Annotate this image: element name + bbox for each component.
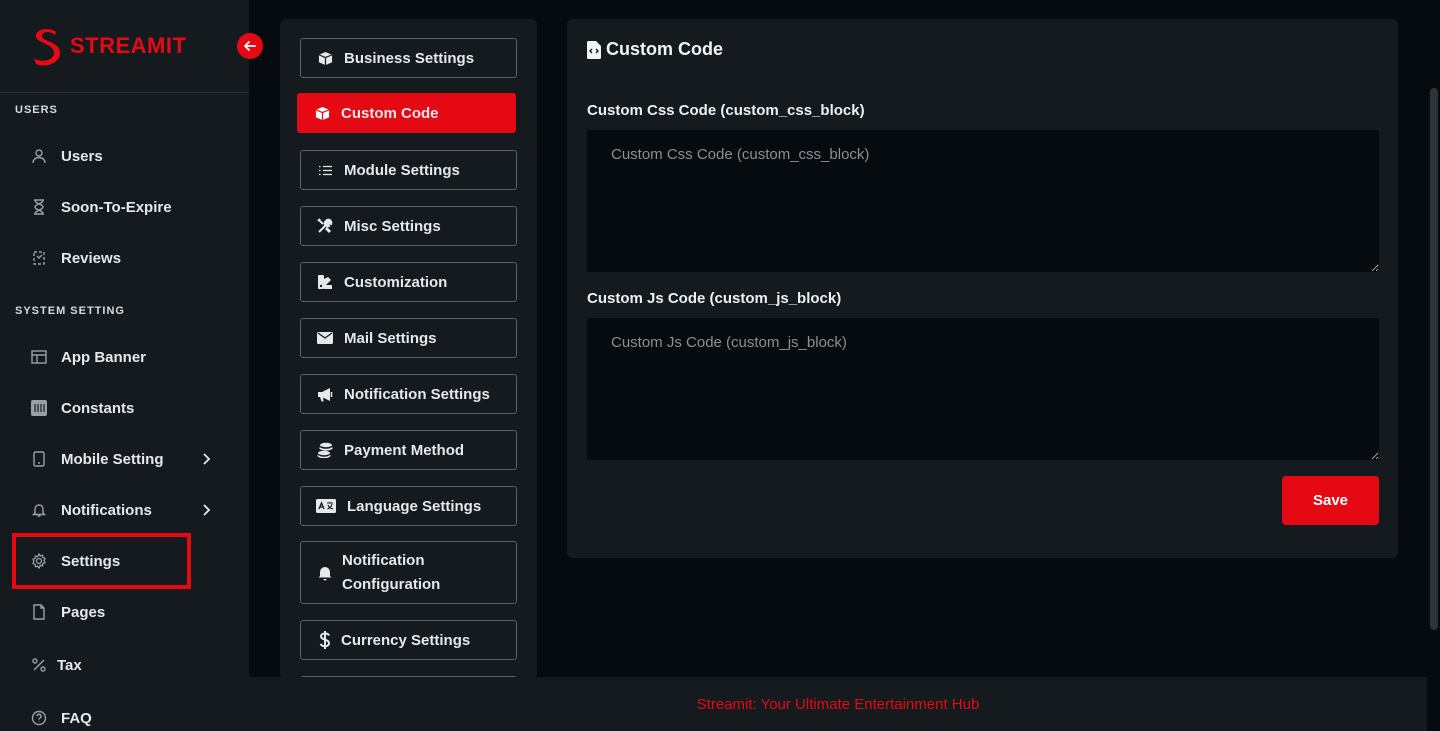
save-button[interactable]: Save [1282,476,1379,525]
streamit-logo-icon[interactable] [30,26,62,66]
scrollbar-thumb[interactable] [1430,88,1438,630]
settings-tab-mail-settings[interactable]: Mail Settings [300,318,517,358]
settings-tab-label-line-1: Notification [342,551,425,569]
megaphone-icon [316,385,334,403]
settings-tab-label: Notification Configuration [342,549,440,597]
hourglass-icon [30,198,48,216]
mobile-icon [30,450,48,468]
custom-js-textarea[interactable] [587,318,1379,460]
sidebar: STREAMIT USERS Users Soon-To-Expire Revi… [0,0,249,731]
settings-tab-custom-code[interactable]: Custom Code [297,93,516,133]
settings-tab-label: Currency Settings [341,631,471,649]
sidebar-item-constants[interactable]: Constants [30,393,134,423]
sidebar-collapse-button[interactable] [237,33,263,59]
file-code-icon [587,40,601,59]
palette-icon [316,273,334,291]
settings-tab-notification-configuration[interactable]: Notification Configuration [300,541,517,604]
sidebar-item-label: Pages [61,603,106,621]
box-icon [313,104,331,122]
constants-icon [30,399,48,417]
sidebar-item-label: FAQ [61,709,92,727]
settings-tab-currency-settings[interactable]: Currency Settings [300,620,517,660]
settings-tab-label: Customization [344,273,448,291]
settings-tab-label: Custom Code [341,104,439,122]
settings-tab-label: Misc Settings [344,217,441,235]
settings-tab-label: Payment Method [344,441,465,459]
sidebar-item-label: Tax [57,656,82,674]
sidebar-item-notifications[interactable]: Notifications [30,495,152,525]
sidebar-item-label: Constants [61,399,135,417]
footer-text: Streamit: Your Ultimate Entertainment Hu… [696,695,980,713]
card-title: Custom Code [587,39,723,60]
custom-css-label: Custom Css Code (custom_css_block) [587,102,865,119]
sidebar-item-label: Reviews [61,249,122,267]
language-icon [316,497,336,515]
sidebar-item-soon-to-expire[interactable]: Soon-To-Expire [30,192,172,222]
settings-tab-label: Notification Settings [344,385,490,403]
custom-code-card: Custom Code Custom Css Code (custom_css_… [567,19,1398,558]
footer: Streamit: Your Ultimate Entertainment Hu… [249,677,1427,731]
brand-header: STREAMIT [0,0,249,93]
settings-tab-payment-method[interactable]: Payment Method [300,430,517,470]
arrow-left-icon [244,41,256,51]
section-label-users: USERS [15,104,58,116]
sidebar-item-users[interactable]: Users [30,141,103,171]
sidebar-item-tax[interactable]: Tax [30,650,82,680]
sidebar-item-app-banner[interactable]: App Banner [30,342,146,372]
sidebar-item-label: Mobile Setting [61,450,164,468]
settings-tab-label: Mail Settings [344,329,437,347]
custom-js-label: Custom Js Code (custom_js_block) [587,290,842,307]
settings-highlight-frame [12,533,191,589]
settings-menu: Business Settings Custom Code Module Set… [280,19,537,679]
tools-icon [316,217,334,235]
sidebar-item-faq[interactable]: FAQ [30,703,92,731]
brand-name[interactable]: STREAMIT [70,33,186,59]
chevron-right-icon[interactable] [200,452,212,466]
review-icon [30,249,48,267]
sidebar-item-label: Users [61,147,103,165]
card-title-text: Custom Code [606,39,723,59]
dollar-icon [316,631,334,649]
settings-tab-label: Business Settings [344,49,475,67]
page-icon [30,603,48,621]
list-icon [316,161,334,179]
settings-tab-label: Module Settings [344,161,460,179]
settings-tab-label: Language Settings [347,497,482,515]
user-icon [30,147,48,165]
sidebar-item-reviews[interactable]: Reviews [30,243,121,273]
coins-icon [316,441,334,459]
settings-tab-notification-settings[interactable]: Notification Settings [300,374,517,414]
custom-css-textarea[interactable] [587,130,1379,272]
settings-tab-language-settings[interactable]: Language Settings [300,486,517,526]
sidebar-item-label: App Banner [61,348,147,366]
question-icon [30,709,48,727]
envelope-icon [316,329,334,347]
section-label-system-setting: SYSTEM SETTING [15,305,125,317]
banner-icon [30,348,48,366]
bell-icon [30,501,48,519]
sidebar-item-label: Soon-To-Expire [61,198,172,216]
bell-icon [316,564,334,582]
percent-icon [30,656,48,674]
sidebar-item-mobile-setting[interactable]: Mobile Setting [30,444,164,474]
sidebar-item-pages[interactable]: Pages [30,597,105,627]
settings-tab-customization[interactable]: Customization [300,262,517,302]
box-icon [316,49,334,67]
settings-tab-business-settings[interactable]: Business Settings [300,38,517,78]
page-scrollbar[interactable] [1427,0,1440,731]
settings-tab-label-line-2: Configuration [342,575,441,593]
settings-tab-misc-settings[interactable]: Misc Settings [300,206,517,246]
sidebar-item-label: Notifications [61,501,152,519]
chevron-right-icon[interactable] [200,503,212,517]
settings-tab-module-settings[interactable]: Module Settings [300,150,517,190]
